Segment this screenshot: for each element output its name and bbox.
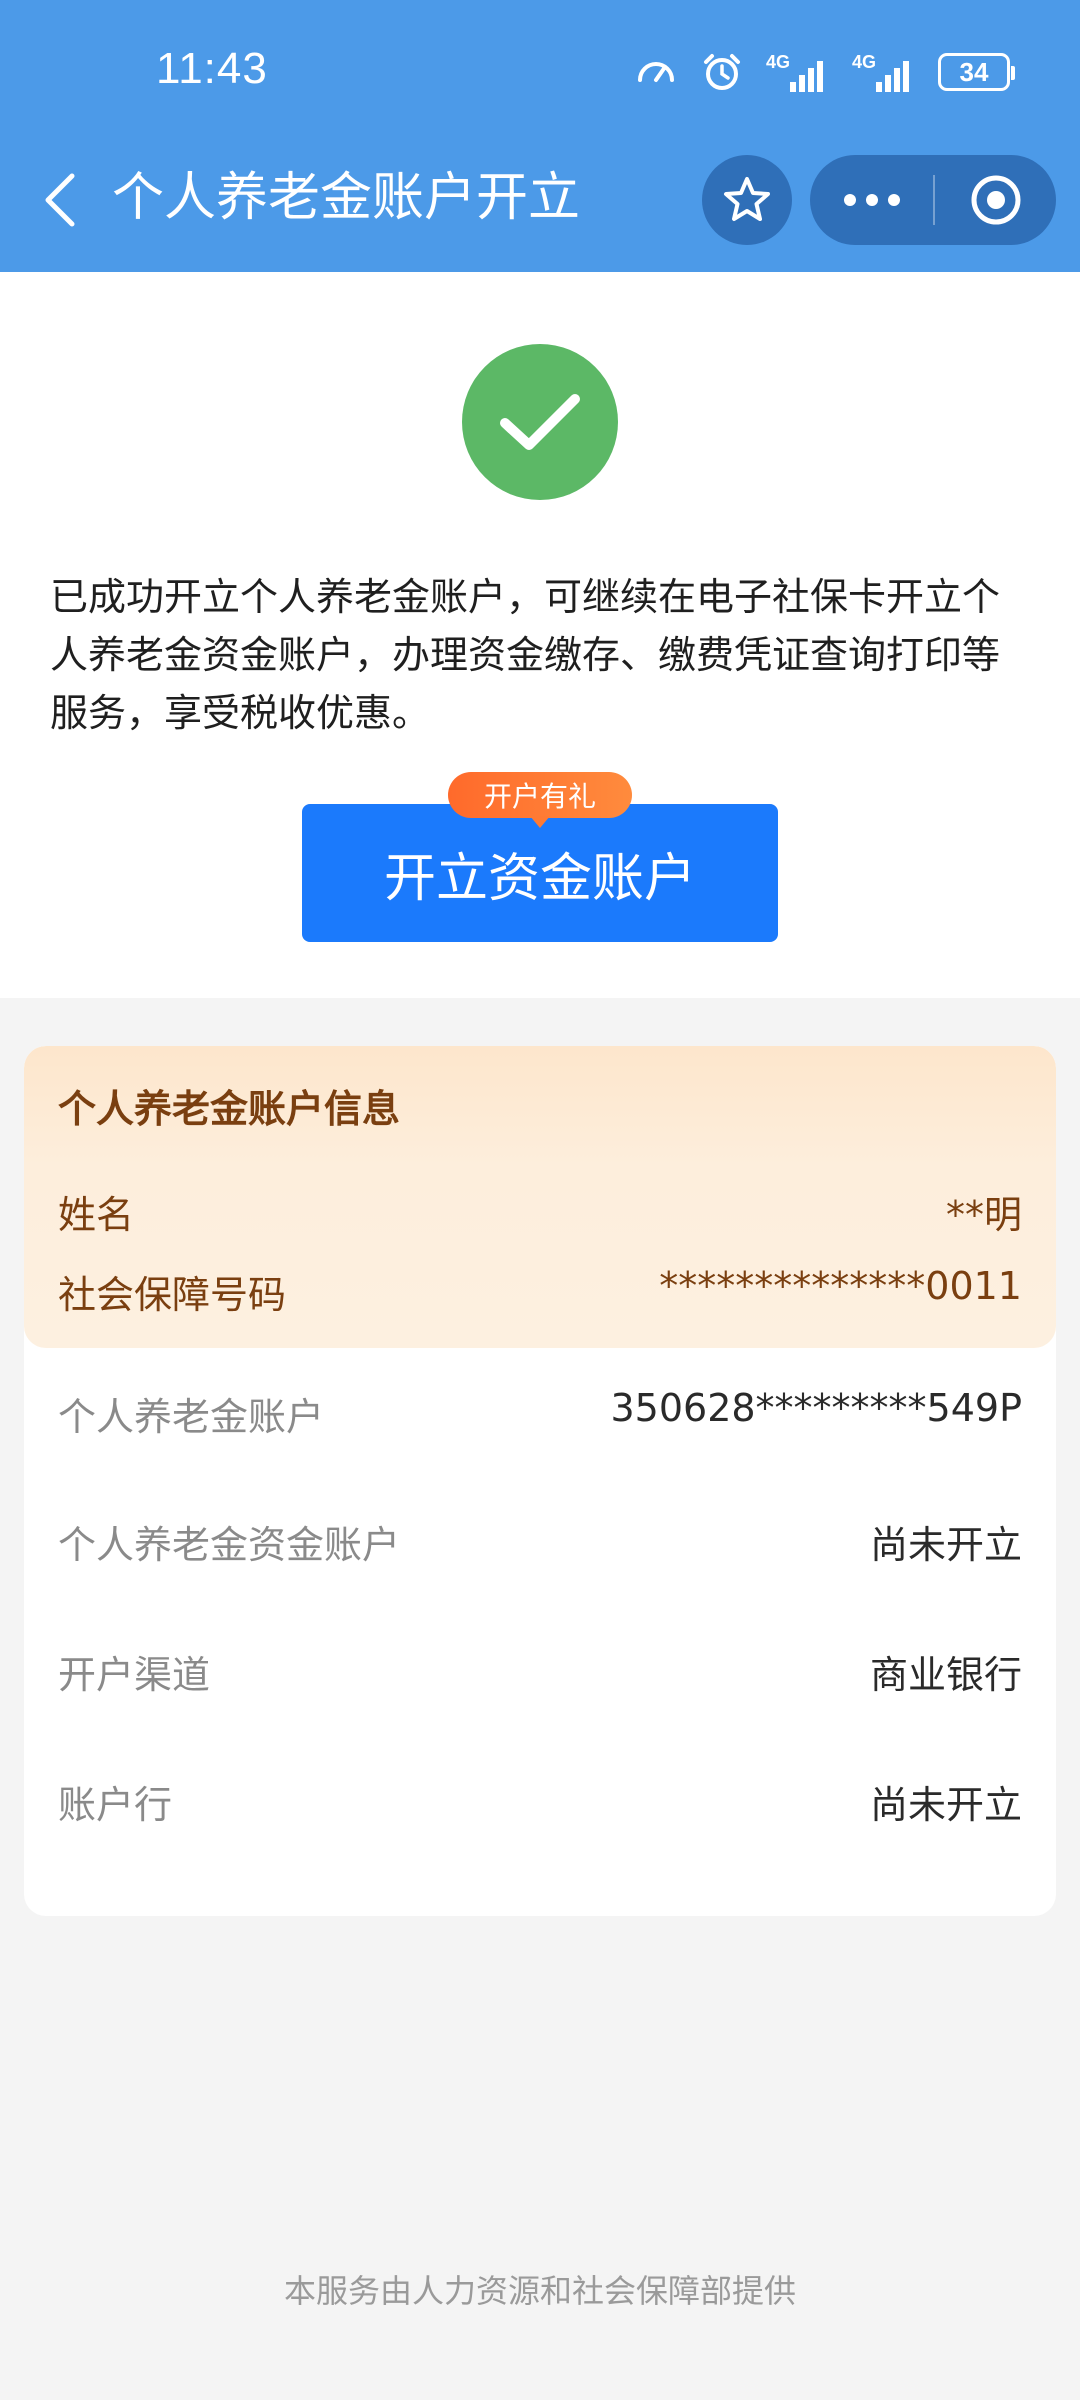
status-bar: 11:43 4G 4G 34	[0, 0, 1080, 140]
info-label: 账户行	[58, 1783, 173, 1827]
success-section: 已成功开立个人养老金账户，可继续在电子社保卡开立个人养老金资金账户，办理资金缴存…	[0, 272, 1080, 998]
account-info-card: 个人养老金账户信息 姓名 **明 社会保障号码 **************00…	[24, 1046, 1056, 1916]
info-value: 尚未开立	[869, 1783, 1022, 1827]
favorite-button[interactable]	[702, 155, 792, 245]
nav-bar: 个人养老金账户开立	[0, 140, 1080, 260]
gift-badge: 开户有礼	[448, 772, 632, 828]
signal-4g-icon: 4G	[766, 50, 830, 94]
status-time: 11:43	[156, 44, 268, 93]
info-row-ssn: 社会保障号码 **************0011	[58, 1264, 1022, 1319]
info-value: 350628*********549P	[610, 1386, 1022, 1430]
more-button[interactable]	[810, 155, 933, 245]
account-info-title: 个人养老金账户信息	[58, 1087, 401, 1131]
account-info-header: 个人养老金账户信息 姓名 **明 社会保障号码 **************00…	[24, 1046, 1056, 1348]
status-icons: 4G 4G 34	[634, 48, 1015, 96]
chevron-left-icon	[45, 173, 75, 227]
alarm-icon	[700, 50, 744, 94]
more-dots-icon	[843, 194, 900, 206]
info-label: 个人养老金账户	[58, 1395, 325, 1439]
success-check-icon	[462, 344, 618, 500]
info-row-name: 姓名 **明	[58, 1184, 1022, 1239]
info-value: 尚未开立	[869, 1523, 1022, 1567]
back-button[interactable]	[30, 168, 90, 232]
target-close-icon	[971, 175, 1020, 225]
footer-provider-text: 本服务由人力资源和社会保障部提供	[283, 2272, 796, 2310]
info-label: 开户渠道	[58, 1653, 211, 1697]
info-label: 个人养老金资金账户	[58, 1523, 401, 1567]
info-row-fund-account: 个人养老金资金账户 尚未开立	[58, 1514, 1022, 1569]
open-fund-account-area: 开户有礼 开立资金账户	[302, 772, 778, 942]
page-title: 个人养老金账户开立	[112, 168, 581, 228]
speed-icon	[634, 50, 678, 94]
info-value: 商业银行	[869, 1653, 1022, 1697]
info-value: **************0011	[659, 1264, 1022, 1308]
info-row-channel: 开户渠道 商业银行	[58, 1644, 1022, 1699]
star-icon	[724, 177, 770, 221]
info-value: **明	[945, 1193, 1022, 1237]
battery-level: 34	[959, 56, 989, 87]
info-label: 社会保障号码	[58, 1273, 287, 1317]
signal-4g-icon: 4G	[852, 50, 916, 94]
info-row-bank: 账户行 尚未开立	[58, 1774, 1022, 1829]
success-message: 已成功开立个人养老金账户，可继续在电子社保卡开立个人养老金资金账户，办理资金缴存…	[50, 575, 1001, 735]
mini-program-capsule	[810, 155, 1056, 245]
info-label: 姓名	[58, 1193, 135, 1237]
battery-icon: 34	[938, 53, 1015, 91]
app-header: 11:43 4G 4G 34 个人养老金账户开立	[0, 0, 1080, 272]
info-row-pension-account: 个人养老金账户 350628*********549P	[58, 1386, 1022, 1441]
close-mini-program-button[interactable]	[935, 155, 1056, 245]
